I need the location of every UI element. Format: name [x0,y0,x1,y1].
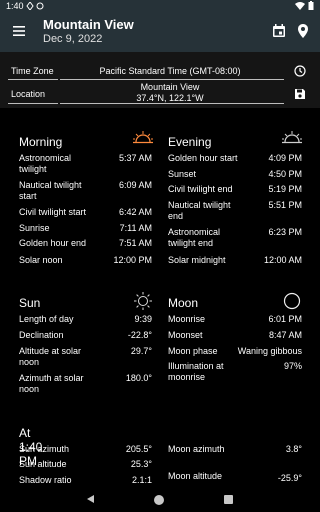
status-indicators [26,2,44,10]
navigation-bar [0,488,320,512]
moon-icon [283,292,301,310]
location-value[interactable]: Mountain View 37.4°N, 122.1°W [60,82,280,104]
location-label: Location [11,89,46,99]
battery-icon [308,1,314,10]
status-bar: 1:40 [0,0,320,12]
recents-icon[interactable] [224,495,233,504]
status-time: 1:40 [6,1,24,11]
location-name: Mountain View [140,82,200,92]
calendar-icon[interactable] [271,23,287,39]
location-pin-icon[interactable] [295,23,311,39]
list-item: Moon altitude -25.9° [168,471,302,483]
sun-title: Sun [19,296,41,310]
sun-icon [134,292,152,310]
info-panel: Time Zone Pacific Standard Time (GMT-08:… [0,52,320,108]
morning-title: Morning [19,135,63,149]
location-label-underline [8,103,58,104]
save-icon[interactable] [294,88,306,100]
page-date[interactable]: Dec 9, 2022 [43,33,102,45]
timezone-value-underline [60,79,284,80]
home-icon[interactable] [154,495,164,505]
back-icon[interactable] [86,494,96,504]
sunrise-icon [133,131,153,144]
timezone-label: Time Zone [11,66,54,76]
moon-title: Moon [168,296,199,310]
sunset-icon [282,131,302,144]
clock-icon[interactable] [294,65,306,77]
evening-title: Evening [168,135,212,149]
wifi-icon [295,1,305,10]
menu-icon[interactable] [12,24,26,38]
timezone-value[interactable]: Pacific Standard Time (GMT-08:00) [60,66,280,77]
app-bar: Mountain View Dec 9, 2022 [0,12,320,52]
location-value-underline [60,103,284,104]
page-title: Mountain View [43,17,134,32]
timezone-label-underline [8,79,58,80]
status-right-icons [295,1,314,10]
